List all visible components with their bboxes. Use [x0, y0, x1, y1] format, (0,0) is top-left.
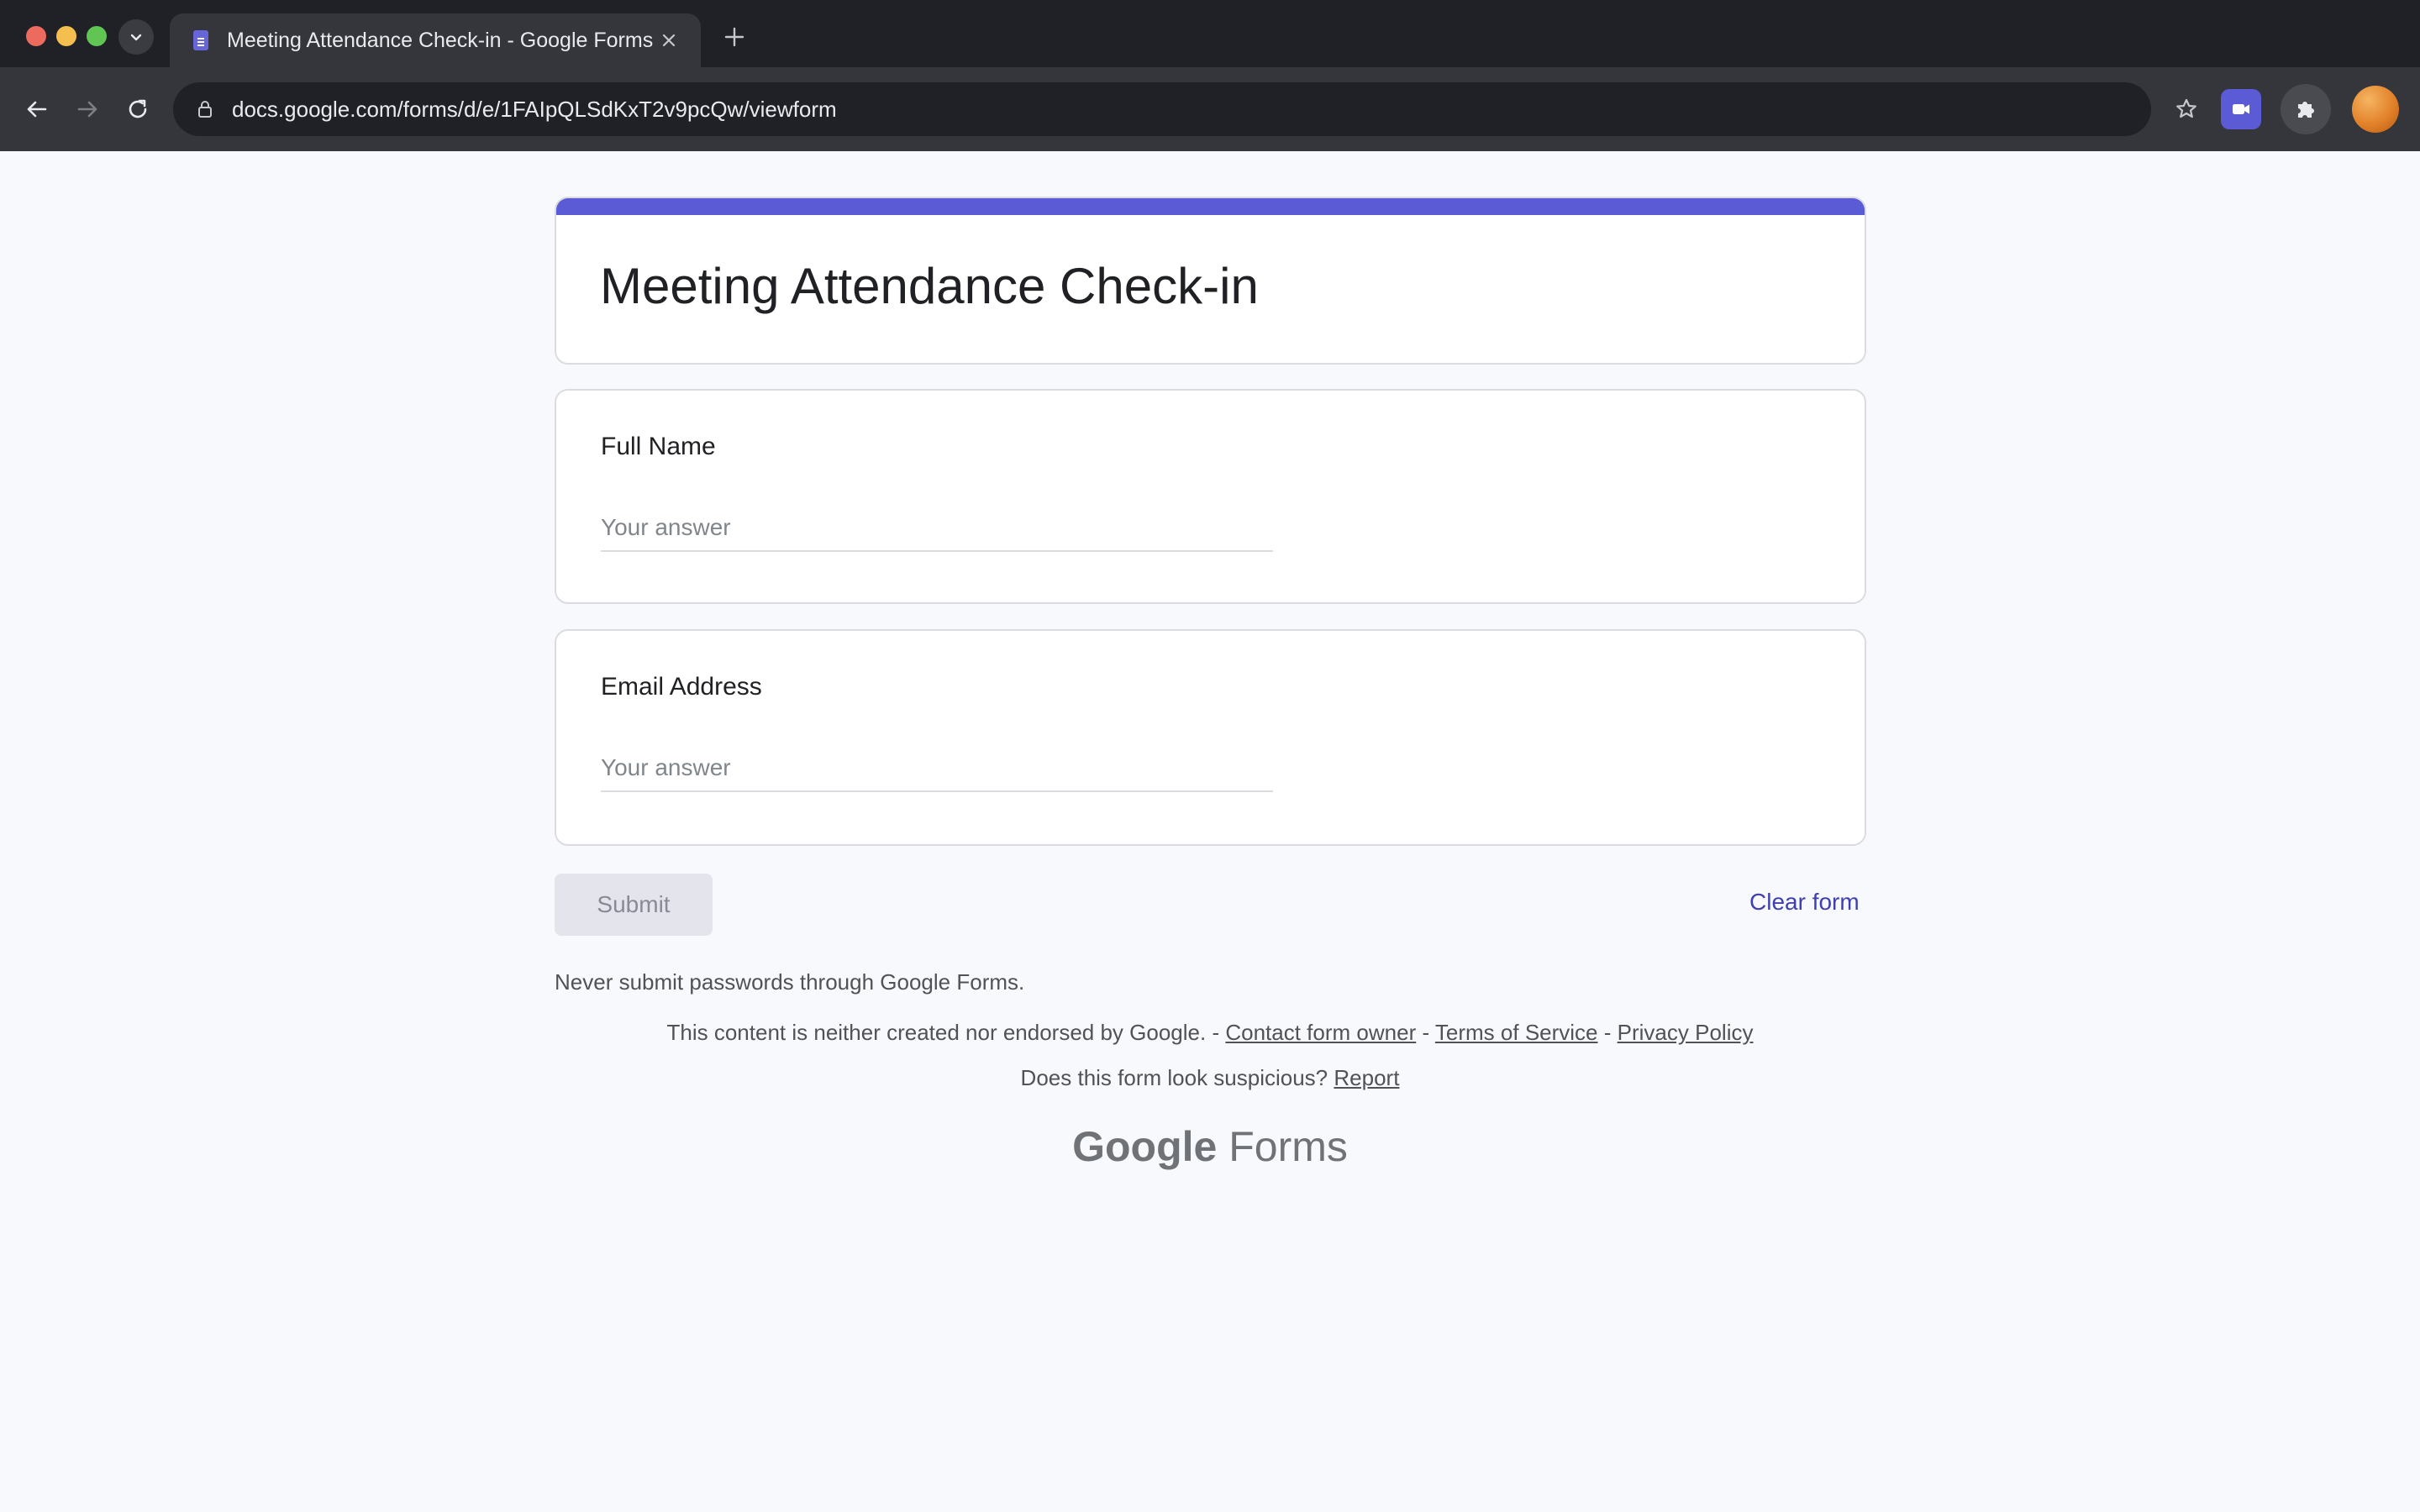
- separator: -: [1212, 1020, 1220, 1045]
- video-camera-icon: [2233, 104, 2249, 114]
- contact-owner-link[interactable]: Contact form owner: [1225, 1020, 1416, 1045]
- suspicious-text: Does this form look suspicious?: [1020, 1065, 1328, 1090]
- report-link[interactable]: Report: [1334, 1065, 1399, 1090]
- meet-extension-button[interactable]: [2221, 89, 2261, 129]
- form-title: Meeting Attendance Check-in: [600, 258, 1259, 314]
- tab-title: Meeting Attendance Check-in - Google For…: [227, 29, 654, 52]
- new-tab-button[interactable]: [721, 24, 748, 50]
- submit-button[interactable]: Submit: [555, 874, 713, 936]
- tab-search-button[interactable]: [118, 19, 154, 55]
- forward-button[interactable]: [67, 89, 108, 129]
- browser-toolbar: docs.google.com/forms/d/e/1FAIpQLSdKxT2v…: [0, 67, 2420, 151]
- header-accent-bar: [556, 198, 1865, 215]
- question-label: Full Name: [601, 433, 716, 460]
- disclaimer-line: This content is neither created nor endo…: [0, 1020, 2420, 1046]
- reload-icon: [129, 99, 147, 118]
- brand-forms: Forms: [1228, 1123, 1348, 1170]
- form-header-card: Meeting Attendance Check-in: [555, 197, 1866, 365]
- tab-close-button[interactable]: [657, 29, 681, 52]
- close-window-button[interactable]: [26, 26, 46, 46]
- forms-favicon-icon: [193, 30, 208, 50]
- question-card-full-name: Full Name: [555, 389, 1866, 604]
- question-card-email: Email Address: [555, 629, 1866, 846]
- arrow-left-icon: [27, 101, 47, 118]
- terms-link[interactable]: Terms of Service: [1435, 1020, 1598, 1045]
- arrow-right-icon: [77, 101, 97, 118]
- star-icon: [2176, 98, 2196, 118]
- close-icon: [662, 34, 676, 47]
- extensions-button[interactable]: [2281, 84, 2331, 134]
- privacy-link[interactable]: Privacy Policy: [1618, 1020, 1754, 1045]
- lock-icon: [198, 101, 212, 118]
- full-name-input[interactable]: [601, 505, 1273, 552]
- brand-google: Google: [1072, 1123, 1218, 1170]
- question-label: Email Address: [601, 673, 762, 701]
- suspicious-line: Does this form look suspicious? Report: [0, 1065, 2420, 1091]
- back-button[interactable]: [17, 89, 57, 129]
- browser-titlebar: Meeting Attendance Check-in - Google For…: [0, 0, 2420, 67]
- plus-icon: [724, 27, 744, 47]
- url-text: docs.google.com/forms/d/e/1FAIpQLSdKxT2v…: [232, 97, 837, 122]
- reload-button[interactable]: [118, 89, 158, 129]
- bookmark-button[interactable]: [2166, 89, 2207, 129]
- maximize-window-button[interactable]: [87, 26, 107, 46]
- puzzle-icon: [2298, 102, 2314, 118]
- disclaimer-text: This content is neither created nor endo…: [666, 1020, 1207, 1045]
- address-bar[interactable]: docs.google.com/forms/d/e/1FAIpQLSdKxT2v…: [173, 82, 2151, 136]
- email-input[interactable]: [601, 745, 1273, 792]
- password-warning: Never submit passwords through Google Fo…: [555, 969, 1025, 995]
- separator: -: [1603, 1020, 1612, 1045]
- separator: -: [1422, 1020, 1430, 1045]
- clear-form-link[interactable]: Clear form: [1749, 889, 1860, 916]
- chevron-down-icon: [130, 34, 142, 41]
- browser-tab-active[interactable]: Meeting Attendance Check-in - Google For…: [170, 13, 701, 67]
- google-forms-logo[interactable]: Google Forms: [0, 1122, 2420, 1171]
- profile-avatar[interactable]: [2352, 86, 2399, 133]
- minimize-window-button[interactable]: [56, 26, 76, 46]
